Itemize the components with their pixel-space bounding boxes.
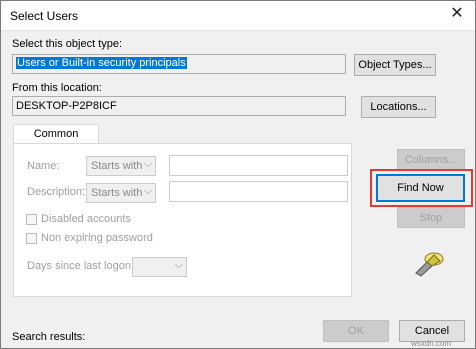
non-expiring-password-checkbox[interactable]: [26, 233, 37, 244]
name-label: Name:: [27, 160, 60, 172]
search-flashlight-icon: [415, 252, 444, 277]
stop-button[interactable]: Stop: [397, 207, 465, 228]
days-since-logon-label: Days since last logon:: [27, 260, 134, 272]
name-mode-select[interactable]: Starts with ⌵: [86, 156, 156, 176]
watermark-text: wsxdn.com: [411, 339, 452, 348]
chevron-down-icon: ⌵: [143, 158, 152, 170]
disabled-accounts-checkbox[interactable]: [26, 214, 37, 225]
tab-common-queries[interactable]: Common Queries: [13, 124, 99, 158]
description-label: Description:: [27, 186, 86, 198]
locations-button[interactable]: Locations...: [361, 96, 436, 118]
description-input[interactable]: [169, 181, 348, 202]
non-expiring-password-label: Non expiring password: [41, 232, 153, 244]
object-type-label: Select this object type:: [12, 38, 123, 50]
name-mode-value: Starts with: [91, 160, 143, 172]
object-type-field[interactable]: Users or Built-in security principals: [12, 54, 346, 74]
find-now-highlight: [370, 169, 473, 207]
select-users-dialog: Select Users ✕ Select this object type: …: [0, 0, 476, 349]
common-queries-panel: Name: Starts with ⌵ Description: Starts …: [13, 143, 352, 297]
chevron-down-icon: ⌵: [174, 259, 183, 271]
close-icon[interactable]: ✕: [447, 4, 467, 24]
days-since-logon-select[interactable]: ⌵: [132, 257, 187, 277]
location-field[interactable]: DESKTOP-P2P8ICF: [12, 96, 346, 116]
object-type-value: Users or Built-in security principals: [16, 57, 187, 69]
search-results-label: Search results:: [12, 331, 86, 343]
columns-button[interactable]: Columns...: [397, 149, 465, 170]
chevron-down-icon: ⌵: [143, 185, 152, 197]
description-mode-value: Starts with: [91, 187, 143, 199]
disabled-accounts-label: Disabled accounts: [41, 213, 131, 225]
location-label: From this location:: [12, 82, 102, 94]
location-value: DESKTOP-P2P8ICF: [16, 100, 117, 112]
ok-button[interactable]: OK: [323, 320, 389, 342]
name-input[interactable]: [169, 155, 348, 176]
object-types-button[interactable]: Object Types...: [354, 54, 436, 76]
window-title: Select Users: [10, 9, 79, 23]
title-bar: Select Users ✕: [1, 1, 475, 31]
description-mode-select[interactable]: Starts with ⌵: [86, 183, 156, 203]
